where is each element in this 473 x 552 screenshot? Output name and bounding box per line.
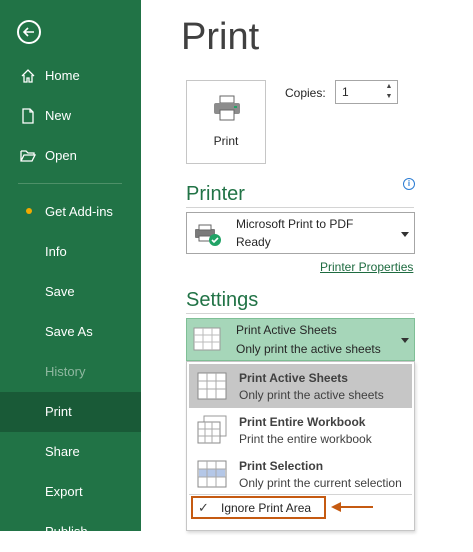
info-icon[interactable]: i <box>403 178 415 190</box>
option-print-active-sheets[interactable]: Print Active Sheets Only print the activ… <box>189 364 412 408</box>
sidebar-item-label: Save <box>45 284 75 299</box>
home-icon <box>19 67 37 85</box>
option-desc: Print the entire workbook <box>239 432 372 446</box>
printer-dropdown[interactable]: Microsoft Print to PDF Ready <box>186 212 415 254</box>
print-what-menu: Print Active Sheets Only print the activ… <box>186 361 415 531</box>
option-print-entire-workbook[interactable]: Print Entire Workbook Print the entire w… <box>189 408 412 452</box>
option-print-selection[interactable]: Print Selection Only print the current s… <box>189 452 412 496</box>
print-what-dropdown[interactable]: Print Active Sheets Only print the activ… <box>186 318 415 361</box>
dot-badge <box>26 208 32 214</box>
settings-heading: Settings <box>186 289 259 311</box>
annotation-arrow <box>331 502 373 512</box>
sidebar-item-export[interactable]: Export <box>0 472 141 512</box>
copies-label: Copies: <box>285 86 326 100</box>
spin-down-icon[interactable]: ▼ <box>384 93 394 101</box>
sidebar-item-label: Info <box>45 244 67 259</box>
sidebar-item-home[interactable]: Home <box>0 56 141 96</box>
sidebar-item-label: Export <box>45 484 83 499</box>
open-folder-icon <box>19 147 37 165</box>
printer-status: Ready <box>236 235 271 249</box>
back-arrow-icon[interactable] <box>17 20 41 44</box>
sidebar-item-publish[interactable]: Publish <box>0 512 141 552</box>
sidebar-item-open[interactable]: Open <box>0 136 141 176</box>
copies-stepper[interactable]: 1 ▲ ▼ <box>335 80 398 104</box>
sidebar-item-get-add-ins[interactable]: Get Add-ins <box>0 192 141 232</box>
menu-divider <box>189 494 412 495</box>
divider <box>186 313 414 314</box>
ignore-print-area-label: Ignore Print Area <box>221 501 312 515</box>
selected-option-desc: Only print the active sheets <box>236 342 381 356</box>
selection-icon <box>196 459 228 494</box>
page-title: Print <box>181 16 260 58</box>
option-title: Print Active Sheets <box>239 371 348 385</box>
backstage-sidebar: Home New Open Get Add-ins Info Save Save… <box>0 0 141 539</box>
option-title: Print Selection <box>239 459 324 473</box>
sidebar-item-save[interactable]: Save <box>0 272 141 312</box>
selected-option-title: Print Active Sheets <box>236 323 337 337</box>
option-title: Print Entire Workbook <box>239 415 366 429</box>
printer-status-icon <box>193 223 223 252</box>
divider <box>186 207 414 208</box>
sidebar-item-new[interactable]: New <box>0 96 141 136</box>
option-desc: Only print the active sheets <box>239 388 384 402</box>
copies-value: 1 <box>342 85 349 99</box>
print-pane: Print Print Copies: 1 ▲ ▼ Printer i Micr… <box>141 0 473 531</box>
active-sheets-icon <box>196 371 228 406</box>
chevron-down-icon <box>401 232 409 237</box>
printer-properties-link[interactable]: Printer Properties <box>320 260 413 274</box>
print-button[interactable]: Print <box>186 80 266 164</box>
sidebar-item-label: Publish <box>45 524 88 539</box>
sidebar-item-label: Save As <box>45 324 93 339</box>
sidebar-item-label: Print <box>45 404 72 419</box>
sidebar-item-history: History <box>0 352 141 392</box>
sidebar-item-label: Open <box>45 148 77 163</box>
sidebar-item-label: New <box>45 108 72 123</box>
new-document-icon <box>19 107 37 125</box>
chevron-down-icon <box>401 338 409 343</box>
sidebar-item-label: History <box>45 364 86 379</box>
printer-icon <box>213 95 241 126</box>
sidebar-item-share[interactable]: Share <box>0 432 141 472</box>
sidebar-item-print[interactable]: Print <box>0 392 141 432</box>
print-button-label: Print <box>213 134 239 148</box>
printer-heading: Printer <box>186 183 245 205</box>
active-sheets-icon <box>193 327 223 358</box>
sidebar-item-save-as[interactable]: Save As <box>0 312 141 352</box>
sidebar-divider <box>18 183 122 184</box>
option-desc: Only print the current selection <box>239 476 402 490</box>
printer-name: Microsoft Print to PDF <box>236 217 354 231</box>
sidebar-item-label: Get Add-ins <box>45 204 113 219</box>
checkmark-icon: ✓ <box>198 500 209 515</box>
sidebar-item-info[interactable]: Info <box>0 232 141 272</box>
workbook-icon <box>196 415 228 450</box>
ignore-print-area-option[interactable]: ✓ Ignore Print Area <box>191 496 326 519</box>
spin-up-icon[interactable]: ▲ <box>384 83 394 91</box>
sidebar-item-label: Share <box>45 444 80 459</box>
sidebar-item-label: Home <box>45 68 80 83</box>
